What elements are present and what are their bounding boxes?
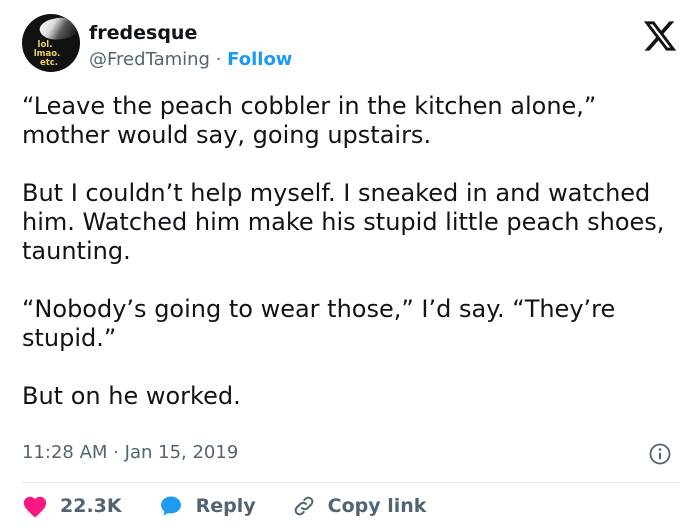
separator: · — [215, 49, 222, 70]
action-bar: 22.3K Reply Copy link — [22, 490, 462, 522]
x-logo-icon[interactable] — [642, 18, 678, 54]
tweet-time: 11:28 AM — [22, 442, 108, 463]
follow-button[interactable]: Follow — [227, 49, 292, 70]
tweet-header: lol. lmao. etc. fredesque @FredTaming · … — [20, 14, 680, 74]
link-icon — [294, 496, 313, 516]
reply-button[interactable]: Reply — [158, 494, 256, 518]
copy-link-button[interactable]: Copy link — [292, 494, 427, 518]
tweet-date: Jan 15, 2019 — [124, 442, 239, 463]
reply-label: Reply — [195, 495, 256, 517]
handle-row: @FredTaming · Follow — [89, 49, 292, 70]
divider — [22, 482, 680, 483]
info-icon[interactable] — [648, 442, 672, 466]
separator: · — [113, 442, 119, 463]
display-name[interactable]: fredesque — [89, 22, 197, 44]
tweet-text: “Leave the peach cobbler in the kitchen … — [22, 92, 665, 410]
tweet-timestamp[interactable]: 11:28 AM · Jan 15, 2019 — [22, 442, 238, 463]
like-count: 22.3K — [60, 495, 122, 517]
avatar[interactable]: lol. lmao. etc. — [22, 14, 80, 72]
copy-link-label: Copy link — [327, 495, 427, 517]
heart-icon — [23, 496, 47, 518]
avatar-text-line: etc. — [39, 58, 59, 68]
user-handle[interactable]: @FredTaming — [89, 49, 210, 70]
reply-icon — [160, 496, 181, 516]
like-button[interactable]: 22.3K — [22, 494, 122, 518]
